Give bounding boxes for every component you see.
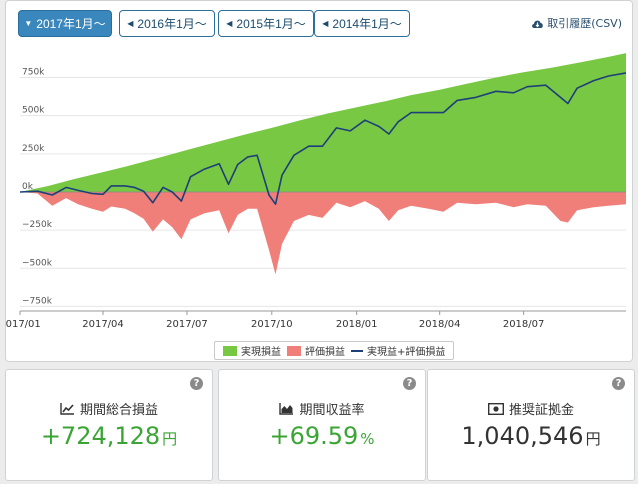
unit: 円 <box>585 430 601 448</box>
card-title: 推奨証拠金 <box>428 399 634 418</box>
csv-link-label: 取引履歴(CSV) <box>547 17 622 30</box>
caret-down-icon: ▼ <box>24 19 33 28</box>
help-icon[interactable]: ? <box>403 377 416 390</box>
card-value: +69.59% <box>219 422 425 450</box>
total-pnl-value: +724,128 <box>40 422 161 450</box>
legend-item-total[interactable]: 実現益+評価損益 <box>351 343 445 358</box>
chart-legend: 実現損益 評価損益 実現益+評価損益 <box>214 341 455 360</box>
legend-item-unrealized[interactable]: 評価損益 <box>287 343 345 358</box>
x-tick-label: 2017/01 <box>6 319 41 330</box>
legend-label: 実現損益 <box>241 347 281 358</box>
chart-panel: ▼ 2017年1月〜 ◀ 2016年1月〜 ◀ 2015年1月〜 ◀ 2014年… <box>5 0 633 362</box>
card-total-pnl: ? 期間総合損益 +724,128 円 <box>5 369 213 481</box>
card-title-text: 期間総合損益 <box>79 403 158 418</box>
cloud-download-icon <box>532 20 544 28</box>
range-button-label: 2016年1月〜 <box>137 17 207 31</box>
y-tick-label: −250k <box>22 220 53 230</box>
legend-label: 実現益+評価損益 <box>367 347 446 358</box>
range-button-2017[interactable]: ▼ 2017年1月〜 <box>18 10 112 37</box>
y-tick-label: 750k <box>22 68 45 78</box>
y-tick-label: 500k <box>22 106 45 116</box>
card-value: 1,040,546 円 <box>428 422 634 450</box>
range-button-label: 2017年1月〜 <box>36 17 106 31</box>
caret-left-icon: ◀ <box>226 19 233 28</box>
return-rate-value: +69.59 <box>269 422 359 450</box>
x-tick-label: 2017/04 <box>82 319 124 330</box>
card-return-rate: ? 期間収益率 +69.59% <box>218 369 426 481</box>
card-title: 期間収益率 <box>219 399 425 418</box>
recommended-margin-value: 1,040,546 <box>461 422 584 450</box>
help-icon[interactable]: ? <box>612 377 625 390</box>
x-tick-label: 2018/01 <box>336 319 378 330</box>
pnl-chart: 750k500k250k0k−250k−500k−750k2017/012017… <box>6 53 627 330</box>
unit: % <box>360 430 375 448</box>
card-title-text: 推奨証拠金 <box>508 403 574 418</box>
card-recommended-margin: ? 推奨証拠金 1,040,546 円 <box>427 369 635 481</box>
range-button-2014[interactable]: ◀ 2014年1月〜 <box>314 10 410 37</box>
unit: 円 <box>162 430 178 448</box>
legend-swatch <box>351 349 363 352</box>
legend-item-realized[interactable]: 実現損益 <box>223 343 281 358</box>
legend-swatch <box>287 345 301 356</box>
line-chart-icon <box>60 403 74 415</box>
card-title: 期間総合損益 <box>6 399 212 418</box>
range-button-2015[interactable]: ◀ 2015年1月〜 <box>218 10 314 37</box>
legend-label: 評価損益 <box>305 347 345 358</box>
y-tick-label: −500k <box>22 258 53 268</box>
x-tick-label: 2018/07 <box>503 319 545 330</box>
card-value: +724,128 円 <box>6 422 212 450</box>
banknote-icon <box>487 402 504 415</box>
help-icon[interactable]: ? <box>190 377 203 390</box>
caret-left-icon: ◀ <box>322 19 329 28</box>
area-chart-icon <box>279 403 294 415</box>
series-area <box>20 53 626 192</box>
caret-left-icon: ◀ <box>127 19 134 28</box>
card-title-text: 期間収益率 <box>299 403 365 418</box>
y-tick-label: 250k <box>22 144 45 154</box>
legend-swatch <box>223 345 237 356</box>
x-tick-label: 2018/04 <box>419 319 461 330</box>
csv-download-link[interactable]: 取引履歴(CSV) <box>531 15 622 31</box>
range-button-label: 2014年1月〜 <box>332 17 402 31</box>
range-button-label: 2015年1月〜 <box>236 17 306 31</box>
y-tick-label: −750k <box>22 296 53 306</box>
range-button-2016[interactable]: ◀ 2016年1月〜 <box>119 10 215 37</box>
x-tick-label: 2017/07 <box>166 319 208 330</box>
series-area <box>20 191 626 275</box>
x-tick-label: 2017/10 <box>251 319 293 330</box>
